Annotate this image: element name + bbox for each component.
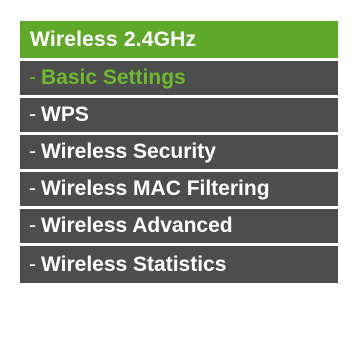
menu-item-wireless-mac-filtering[interactable]: - Wireless MAC Filtering — [20, 172, 338, 209]
menu-item-prefix: - — [29, 252, 36, 276]
menu-item-wireless-statistics[interactable]: - Wireless Statistics — [20, 246, 338, 283]
menu-item-prefix: - — [29, 103, 36, 126]
menu-item-label: Wireless Security — [41, 140, 216, 163]
menu-item-label: WPS — [41, 103, 89, 126]
menu-item-wireless-security[interactable]: - Wireless Security — [20, 135, 338, 172]
menu-item-label: Wireless Statistics — [41, 252, 227, 276]
menu-item-wireless-advanced[interactable]: - Wireless Advanced — [20, 209, 338, 246]
menu-item-prefix: - — [29, 177, 36, 200]
menu-item-basic-settings[interactable]: - Basic Settings — [20, 61, 338, 98]
menu-item-label: Wireless MAC Filtering — [41, 177, 270, 200]
menu-item-prefix: - — [29, 140, 36, 163]
menu-header-label: Wireless 2.4GHz — [30, 27, 197, 51]
menu-header-wireless-2-4ghz[interactable]: Wireless 2.4GHz — [20, 21, 338, 61]
menu-item-label: Basic Settings — [41, 66, 186, 89]
menu-item-label: Wireless Advanced — [41, 214, 233, 237]
menu-item-prefix: - — [29, 214, 36, 237]
menu-item-wps[interactable]: - WPS — [20, 98, 338, 135]
wireless-submenu: Wireless 2.4GHz - Basic Settings - WPS -… — [20, 21, 338, 283]
menu-item-prefix: - — [29, 66, 36, 89]
